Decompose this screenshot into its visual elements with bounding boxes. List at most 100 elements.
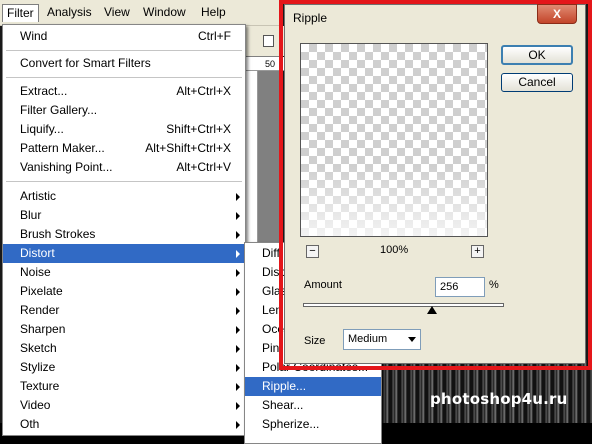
close-button[interactable]: X [537,4,577,24]
submenu-arrow-icon [236,326,240,334]
menu-item-convert-smart-filters[interactable]: Convert for Smart Filters [3,54,245,73]
submenu-arrow-icon [236,193,240,201]
amount-label: Amount [304,279,342,291]
menu-item-vanishing-point[interactable]: Vanishing Point... Alt+Ctrl+V [3,158,245,177]
size-select[interactable]: Medium [343,329,421,350]
menu-item-texture[interactable]: Texture [3,377,245,396]
menu-item-noise[interactable]: Noise [3,263,245,282]
menu-help[interactable]: Help [197,4,230,21]
menu-item-video[interactable]: Video [3,396,245,415]
preview-pane[interactable] [300,43,488,237]
submenu-arrow-icon [236,212,240,220]
menu-item-shortcut: Shift+Ctrl+X [166,122,231,136]
menu-item-label: Vanishing Point... [20,160,113,174]
menu-item-label: Pattern Maker... [20,141,105,155]
ruler-mark: 50 [265,59,276,69]
menu-item-label: Render [20,303,60,317]
submenu-arrow-icon [236,345,240,353]
menu-item-label: Distort [20,246,55,260]
ripple-dialog: Ripple X OK Cancel − 100% + Amount 256 %… [284,4,586,364]
menu-separator [6,181,242,182]
menu-item-pattern-maker[interactable]: Pattern Maker... Alt+Shift+Ctrl+X [3,139,245,158]
submenu-arrow-icon [236,364,240,372]
menu-item-ripple[interactable]: Ripple... [245,377,381,396]
menu-item-label: Sharpen [20,322,66,336]
menu-item-label: Brush Strokes [20,227,96,241]
submenu-arrow-icon [236,269,240,277]
menu-item-label: Texture [20,379,60,393]
submenu-arrow-icon [236,421,240,429]
submenu-arrow-icon [236,231,240,239]
align-icon[interactable] [263,35,274,47]
amount-input[interactable]: 256 [435,277,485,297]
amount-unit: % [489,279,499,291]
zoom-level: 100% [380,244,409,256]
menu-view[interactable]: View [100,4,134,21]
menu-item-shear[interactable]: Shear... [245,396,381,415]
menu-item-blur[interactable]: Blur [3,206,245,225]
menu-item-render[interactable]: Render [3,301,245,320]
menu-item-label: Sketch [20,341,57,355]
menu-item-liquify[interactable]: Liquify... Shift+Ctrl+X [3,120,245,139]
menu-item-brush-strokes[interactable]: Brush Strokes [3,225,245,244]
submenu-arrow-icon [236,250,240,258]
menu-item-label: Noise [20,265,51,279]
chevron-down-icon [408,337,416,342]
cancel-button[interactable]: Cancel [501,73,573,92]
menu-item-label: Filter Gallery... [20,103,98,117]
menu-analysis[interactable]: Analysis [43,4,96,21]
menu-bar: Filter Analysis View Window Help [0,0,282,26]
amount-slider-thumb[interactable] [426,306,437,314]
submenu-arrow-icon [236,288,240,296]
menu-item-stylize[interactable]: Stylize [3,358,245,377]
menu-item-label: Stylize [20,360,56,374]
close-icon: X [552,7,561,21]
zoom-out-button[interactable]: − [306,245,319,258]
menu-item-label: Ripple... [262,379,307,393]
menu-item-filter-gallery[interactable]: Filter Gallery... [3,101,245,120]
menu-filter[interactable]: Filter [2,4,39,22]
watermark: photoshop4u.ru [430,390,568,408]
menu-item-distort[interactable]: Distort [3,244,245,263]
menu-item-label: Video [20,398,51,412]
menu-item-shortcut: Alt+Ctrl+V [176,160,231,174]
menu-item-label: Artistic [20,189,56,203]
dialog-title: Ripple [293,11,328,25]
ripple-preview-image [301,166,487,236]
menu-item-label: Oth [20,417,40,431]
menu-item-wind[interactable]: Wind Ctrl+F [3,27,245,46]
menu-item-label: Extract... [20,84,68,98]
menu-item-shortcut: Ctrl+F [198,29,231,43]
menu-item-shortcut: Alt+Shift+Ctrl+X [145,141,231,155]
menu-item-label: Liquify... [20,122,64,136]
menu-item-other[interactable]: Oth [3,415,245,434]
zoom-in-button[interactable]: + [471,245,484,258]
submenu-arrow-icon [236,383,240,391]
filter-menu: Wind Ctrl+F Convert for Smart Filters Ex… [2,24,246,436]
amount-slider[interactable] [303,303,504,307]
menu-item-label: Pin [262,341,280,355]
menu-item-artistic[interactable]: Artistic [3,187,245,206]
submenu-arrow-icon [236,402,240,410]
ok-button[interactable]: OK [501,45,573,65]
menu-item-extract[interactable]: Extract... Alt+Ctrl+X [3,82,245,101]
menu-item-label: Blur [20,208,42,222]
menu-item-shortcut: Alt+Ctrl+X [176,84,231,98]
menu-item-label: Spherize... [262,417,320,431]
size-selected-value: Medium [348,333,388,345]
submenu-arrow-icon [236,307,240,315]
menu-item-spherize[interactable]: Spherize... [245,415,381,434]
menu-item-label: Diff [262,246,280,260]
menu-item-label: Convert for Smart Filters [20,56,151,70]
menu-item-sharpen[interactable]: Sharpen [3,320,245,339]
menu-item-label: Pixelate [20,284,63,298]
menu-item-label: Shear... [262,398,304,412]
menu-separator [6,77,242,78]
size-label: Size [304,335,326,347]
menu-item-pixelate[interactable]: Pixelate [3,282,245,301]
menu-item-label: Wind [20,29,48,43]
menu-separator [6,50,242,51]
menu-item-sketch[interactable]: Sketch [3,339,245,358]
menu-window[interactable]: Window [139,4,190,21]
plus-icon: + [474,245,481,257]
